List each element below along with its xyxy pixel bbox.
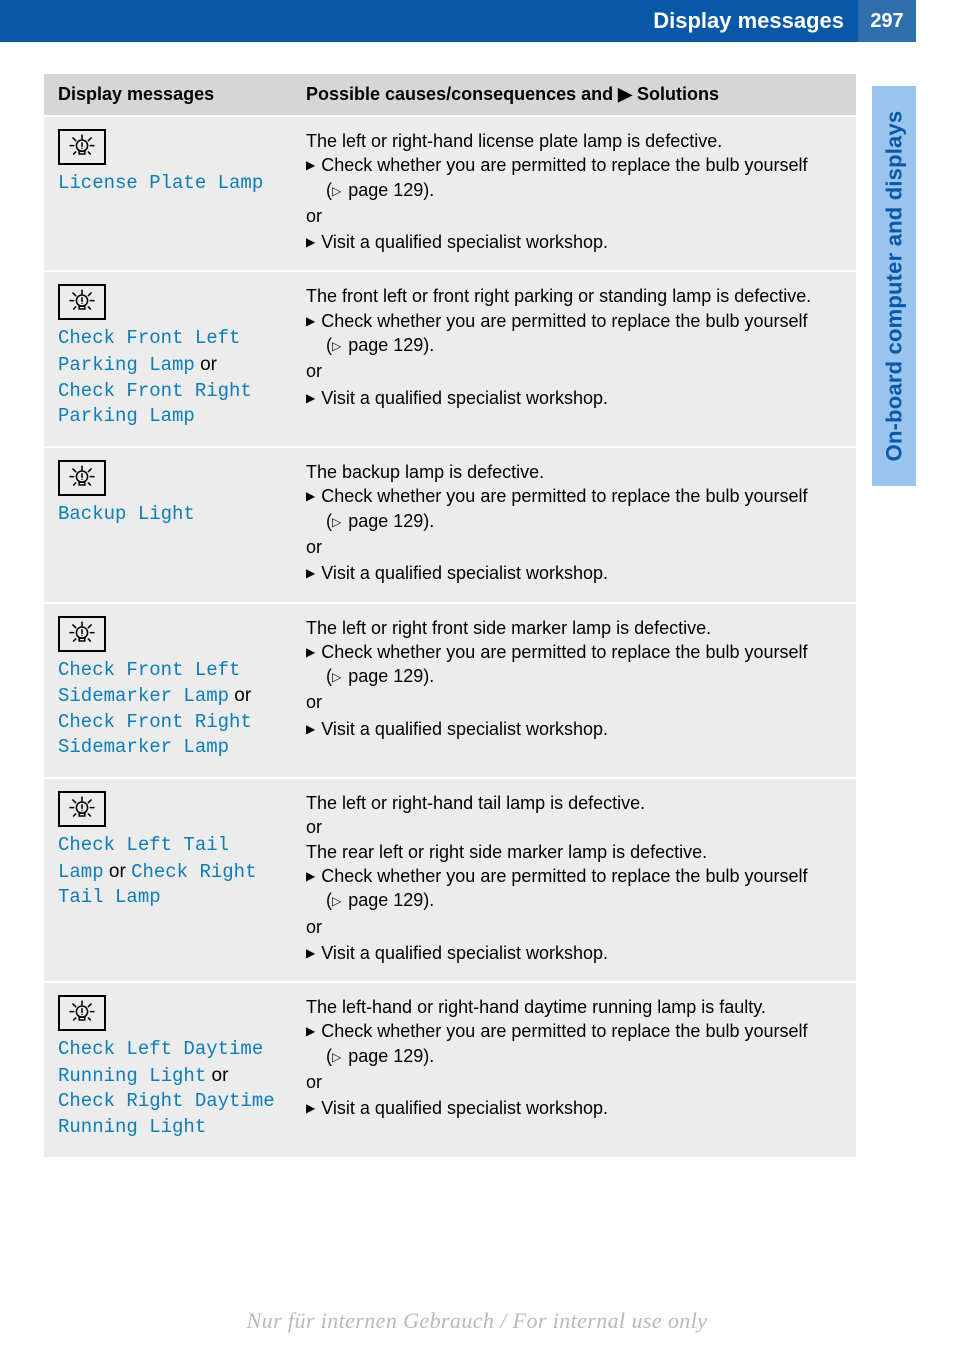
bulb-warning-icon: [58, 616, 106, 652]
cause-text: The front left or front right parking or…: [306, 284, 842, 308]
solution-step: Visit a qualified specialist workshop.: [306, 717, 842, 741]
message-cell: Backup Light: [44, 447, 292, 602]
table-row: Check Left Tail Lamp or Check Right Tail…: [44, 778, 856, 982]
display-message-text: Check Front Left Parking Lamp or Check F…: [58, 326, 278, 430]
solution-step: Visit a qualified specialist workshop.: [306, 941, 842, 965]
solution-step: Check whether you are permitted to repla…: [306, 309, 842, 333]
page-reference: ( page 129).: [306, 664, 842, 688]
or-separator: or: [306, 915, 842, 939]
bulb-warning-icon: [58, 129, 106, 165]
table-row: Check Front Left Sidemarker Lamp or Chec…: [44, 603, 856, 779]
cause-text: The left or right front side marker lamp…: [306, 616, 842, 640]
solution-step: Check whether you are permitted to repla…: [306, 484, 842, 508]
solution-steps: Check whether you are permitted to repla…: [306, 1019, 842, 1120]
col-header-messages: Display messages: [44, 74, 292, 116]
solution-steps: Check whether you are permitted to repla…: [306, 640, 842, 741]
page-reference: ( page 129).: [306, 1044, 842, 1068]
solution-steps: Check whether you are permitted to repla…: [306, 153, 842, 254]
footer-watermark: Nur für internen Gebrauch / For internal…: [0, 1308, 954, 1334]
page-reference: ( page 129).: [306, 333, 842, 357]
display-messages-table: Display messages Possible causes/consequ…: [44, 74, 856, 1159]
solution-step: Visit a qualified specialist workshop.: [306, 1096, 842, 1120]
page-number: 297: [858, 0, 916, 42]
solution-cell: The backup lamp is defective.Check wheth…: [292, 447, 856, 602]
section-tab-label: On-board computer and displays: [881, 111, 907, 462]
display-message-text: Check Front Left Sidemarker Lamp or Chec…: [58, 658, 278, 762]
solution-step: Visit a qualified specialist workshop.: [306, 230, 842, 254]
display-message-text: Backup Light: [58, 502, 278, 528]
header-spacer: [0, 0, 645, 42]
solution-step: Visit a qualified specialist workshop.: [306, 561, 842, 585]
solution-step: Check whether you are permitted to repla…: [306, 1019, 842, 1043]
cause-text: The backup lamp is defective.: [306, 460, 842, 484]
solution-cell: The left or right-hand tail lamp is defe…: [292, 778, 856, 982]
cause-text: The left or right-hand license plate lam…: [306, 129, 842, 153]
page-reference: ( page 129).: [306, 888, 842, 912]
col-header-solutions: Possible causes/consequences and ▶ Solut…: [292, 74, 856, 116]
solution-cell: The front left or front right parking or…: [292, 271, 856, 447]
or-separator: or: [306, 535, 842, 559]
page-reference: ( page 129).: [306, 178, 842, 202]
or-separator: or: [306, 1070, 842, 1094]
bulb-warning-icon: [58, 284, 106, 320]
cause-text: The left or right-hand tail lamp is defe…: [306, 791, 842, 815]
display-message-text: License Plate Lamp: [58, 171, 278, 197]
solution-step: Check whether you are permitted to repla…: [306, 640, 842, 664]
solution-steps: Check whether you are permitted to repla…: [306, 484, 842, 585]
header-right-margin: [916, 0, 954, 42]
cause-text: The rear left or right side marker lamp …: [306, 840, 842, 864]
cause-text: The left-hand or right-hand daytime runn…: [306, 995, 842, 1019]
table-row: Check Front Left Parking Lamp or Check F…: [44, 271, 856, 447]
solution-cell: The left or right front side marker lamp…: [292, 603, 856, 779]
header-title: Display messages: [645, 0, 858, 42]
bulb-warning-icon: [58, 460, 106, 496]
page-header: Display messages 297: [0, 0, 954, 42]
message-cell: Check Front Left Parking Lamp or Check F…: [44, 271, 292, 447]
display-message-text: Check Left Daytime Running Light or Chec…: [58, 1037, 278, 1141]
or-separator: or: [306, 815, 842, 839]
message-cell: Check Left Tail Lamp or Check Right Tail…: [44, 778, 292, 982]
solution-step: Check whether you are permitted to repla…: [306, 864, 842, 888]
bulb-warning-icon: [58, 791, 106, 827]
bulb-warning-icon: [58, 995, 106, 1031]
table-row: Check Left Daytime Running Light or Chec…: [44, 982, 856, 1158]
table-row: License Plate Lamp The left or right-hand…: [44, 116, 856, 271]
solution-steps: Check whether you are permitted to repla…: [306, 309, 842, 410]
or-separator: or: [306, 690, 842, 714]
solution-cell: The left-hand or right-hand daytime runn…: [292, 982, 856, 1158]
message-cell: License Plate Lamp: [44, 116, 292, 271]
solution-steps: Check whether you are permitted to repla…: [306, 864, 842, 965]
solution-step: Check whether you are permitted to repla…: [306, 153, 842, 177]
message-cell: Check Left Daytime Running Light or Chec…: [44, 982, 292, 1158]
solution-step: Visit a qualified specialist workshop.: [306, 386, 842, 410]
or-separator: or: [306, 359, 842, 383]
or-separator: or: [306, 204, 842, 228]
display-message-text: Check Left Tail Lamp or Check Right Tail…: [58, 833, 278, 911]
table-row: Backup Light The backup lamp is defective…: [44, 447, 856, 602]
page-reference: ( page 129).: [306, 509, 842, 533]
message-cell: Check Front Left Sidemarker Lamp or Chec…: [44, 603, 292, 779]
solution-cell: The left or right-hand license plate lam…: [292, 116, 856, 271]
